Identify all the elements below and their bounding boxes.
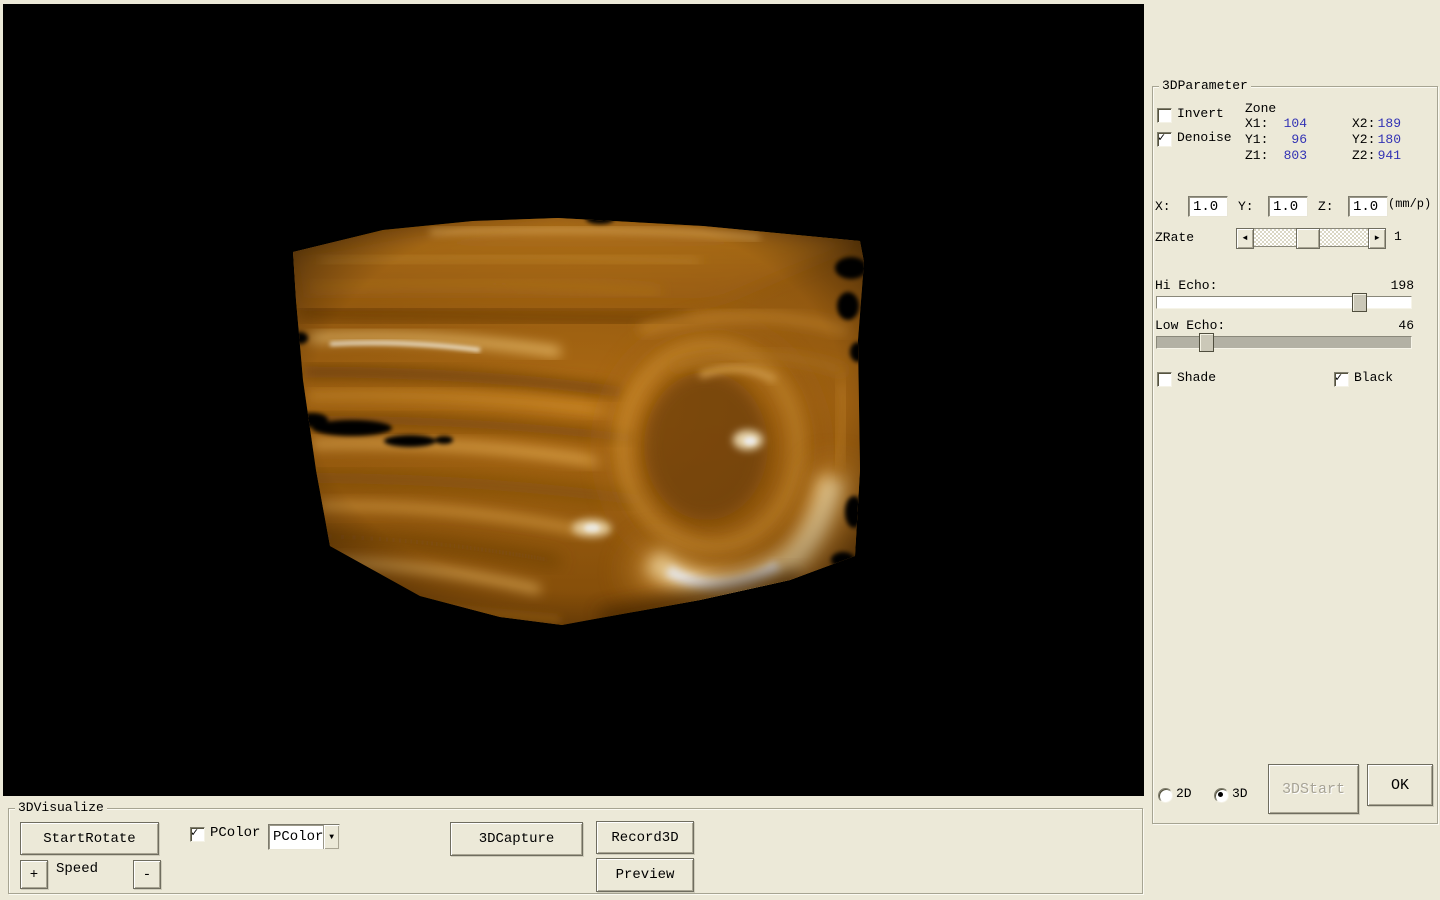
- start-rotate-button[interactable]: StartRotate: [20, 822, 159, 855]
- mode-2d-label: 2D: [1176, 786, 1192, 801]
- zone-y1-value: 96: [1277, 132, 1307, 147]
- record-3d-button[interactable]: Record3D: [596, 821, 694, 854]
- zrate-scroll-right-button[interactable]: ►: [1368, 228, 1386, 249]
- scale-x-input[interactable]: [1188, 196, 1228, 217]
- zone-y1-label: Y1:: [1245, 132, 1268, 147]
- pcolor-checkbox[interactable]: ✓: [190, 827, 205, 842]
- invert-checkbox[interactable]: ✓: [1157, 108, 1172, 123]
- scale-z-input[interactable]: [1348, 196, 1388, 217]
- low-echo-label: Low Echo:: [1155, 318, 1225, 333]
- check-icon: ✓: [191, 828, 204, 839]
- speed-minus-button[interactable]: -: [133, 860, 161, 889]
- zrate-scrollbar-thumb[interactable]: [1296, 228, 1320, 249]
- render-viewport[interactable]: [3, 4, 1144, 796]
- pcolor-dropdown[interactable]: PColor ▼: [268, 824, 340, 850]
- ok-button[interactable]: OK: [1367, 764, 1433, 806]
- zone-z1-label: Z1:: [1245, 148, 1268, 163]
- hi-echo-value: 198: [1384, 278, 1414, 293]
- preview-button[interactable]: Preview: [596, 858, 694, 892]
- zone-x1-label: X1:: [1245, 116, 1268, 131]
- record-3d-button-label: Record3D: [611, 830, 678, 846]
- low-echo-slider-thumb[interactable]: [1199, 333, 1214, 352]
- scale-z-label: Z:: [1318, 199, 1334, 214]
- zone-title: Zone: [1245, 101, 1276, 116]
- parameter-group-title: 3DParameter: [1159, 79, 1251, 93]
- shade-checkbox[interactable]: ✓: [1157, 372, 1172, 387]
- check-icon: ✓: [1335, 373, 1348, 384]
- hi-echo-slider-track[interactable]: [1156, 296, 1412, 309]
- application-window: 3DParameter ✓ Invert ✓ Denoise Zone X1: …: [0, 0, 1440, 900]
- mode-2d-radio[interactable]: [1158, 788, 1173, 803]
- pcolor-label: PColor: [210, 826, 260, 841]
- dropdown-arrow-icon: ▼: [329, 833, 334, 842]
- scale-y-input[interactable]: [1268, 196, 1308, 217]
- denoise-checkbox[interactable]: ✓: [1157, 132, 1172, 147]
- zone-y2-value: 180: [1371, 132, 1401, 147]
- mode-3d-label: 3D: [1232, 786, 1248, 801]
- speed-plus-label: +: [30, 867, 38, 883]
- scroll-left-icon: ◄: [1243, 234, 1248, 243]
- capture-3d-button-label: 3DCapture: [479, 831, 555, 847]
- black-checkbox[interactable]: ✓: [1334, 372, 1349, 387]
- ultrasound-volume: [3, 4, 1144, 796]
- scale-y-label: Y:: [1238, 199, 1254, 214]
- start3d-button-label: 3DStart: [1282, 781, 1345, 798]
- scroll-right-icon: ►: [1375, 234, 1380, 243]
- zrate-scroll-left-button[interactable]: ◄: [1236, 228, 1254, 249]
- zrate-label: ZRate: [1155, 230, 1194, 245]
- scale-unit-label: (mm/p): [1388, 197, 1431, 212]
- zrate-scrollbar[interactable]: ◄ ►: [1236, 228, 1384, 247]
- denoise-label: Denoise: [1177, 130, 1232, 145]
- speed-minus-label: -: [143, 867, 151, 883]
- invert-label: Invert: [1177, 106, 1224, 121]
- scale-x-label: X:: [1155, 199, 1171, 214]
- pcolor-dropdown-value: PColor: [269, 829, 323, 845]
- hi-echo-slider-thumb[interactable]: [1352, 293, 1367, 312]
- check-icon: ✓: [1158, 133, 1171, 144]
- zone-z1-value: 803: [1277, 148, 1307, 163]
- capture-3d-button[interactable]: 3DCapture: [450, 822, 583, 856]
- speed-plus-button[interactable]: +: [20, 860, 48, 889]
- zrate-value: 1: [1394, 229, 1402, 244]
- hi-echo-label: Hi Echo:: [1155, 278, 1217, 293]
- black-label: Black: [1354, 370, 1393, 385]
- pcolor-dropdown-button[interactable]: ▼: [323, 825, 339, 849]
- preview-button-label: Preview: [616, 867, 675, 883]
- shade-label: Shade: [1177, 370, 1216, 385]
- zone-x1-value: 104: [1277, 116, 1307, 131]
- low-echo-slider-track[interactable]: [1156, 336, 1412, 349]
- ok-button-label: OK: [1391, 777, 1409, 794]
- start-rotate-button-label: StartRotate: [43, 831, 135, 847]
- mode-3d-radio[interactable]: [1214, 788, 1229, 803]
- low-echo-value: 46: [1384, 318, 1414, 333]
- zone-z2-value: 941: [1371, 148, 1401, 163]
- visualize-group-title: 3DVisualize: [15, 801, 107, 815]
- zone-x2-value: 189: [1371, 116, 1401, 131]
- speed-label: Speed: [56, 862, 98, 877]
- start3d-button[interactable]: 3DStart: [1268, 764, 1359, 814]
